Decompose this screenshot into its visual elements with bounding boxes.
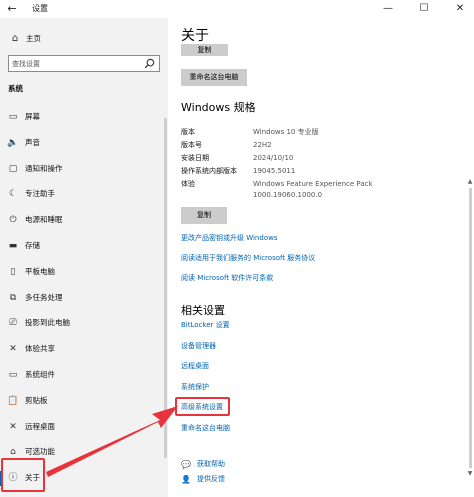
minimize-icon[interactable]: — xyxy=(374,1,402,17)
search-box[interactable] xyxy=(8,55,160,72)
back-arrow-icon[interactable]: ← xyxy=(4,2,20,16)
sidebar-item-label: 屏幕 xyxy=(25,112,40,121)
sidebar-section-title: 系统 xyxy=(8,84,23,93)
spec-row-experience-version: 1000.19060.1000.0 xyxy=(181,190,461,202)
license-terms-link[interactable]: 阅读 Microsoft 软件许可条款 xyxy=(181,273,273,284)
sidebar-item-focus-assist[interactable]: ☾ 专注助手 xyxy=(0,182,168,208)
spec-key: 操作系统内部版本 xyxy=(181,167,237,175)
shared-experience-icon: ✕ xyxy=(9,344,17,355)
spec-key: 版本号 xyxy=(181,141,202,149)
sidebar-item-storage[interactable]: ▬ 存储 xyxy=(0,234,168,260)
sidebar-item-label: 剪贴板 xyxy=(25,395,48,405)
sidebar-scrollbar[interactable] xyxy=(164,118,167,458)
display-icon: ▭ xyxy=(8,112,18,122)
sidebar-item-label: 可选功能 xyxy=(25,447,55,457)
sidebar-item-label: 通知和操作 xyxy=(25,163,63,173)
spec-value: Windows 10 专业版 xyxy=(253,128,319,136)
rename-pc-button[interactable]: 重命名这台电脑 xyxy=(181,69,247,86)
sidebar-home-label: 主页 xyxy=(26,34,41,43)
sidebar-item-sound[interactable]: 🔈 声音 xyxy=(0,131,168,157)
sidebar-item-label: 平板电脑 xyxy=(25,266,55,276)
scroll-down-arrow-icon[interactable]: ▼ xyxy=(466,470,474,478)
scroll-up-arrow-icon[interactable]: ▲ xyxy=(466,178,474,186)
main-content: 关于 复制 重命名这台电脑 Windows 规格 版本 Windows 10 专… xyxy=(168,18,474,497)
notification-icon: ▢ xyxy=(8,163,18,174)
spec-value: Windows Feature Experience Pack xyxy=(253,180,373,188)
spec-key: 版本 xyxy=(181,128,195,136)
sidebar-item-system-components[interactable]: ▭ 系统组件 xyxy=(0,363,168,389)
feedback-icon: 👤 xyxy=(181,475,191,484)
sidebar-item-label: 存储 xyxy=(25,240,40,250)
service-agreement-link[interactable]: 阅读适用于我们服务的 Microsoft 服务协议 xyxy=(181,253,315,264)
rename-pc-link[interactable]: 重命名这台电脑 xyxy=(181,423,230,434)
sidebar-item-label: 声音 xyxy=(25,137,40,147)
copy-button-top[interactable]: 复制 xyxy=(181,44,228,56)
maximize-icon[interactable]: ☐ xyxy=(410,1,438,17)
sidebar-item-shared-experiences[interactable]: ✕ 体验共享 xyxy=(0,337,168,363)
multitask-icon: ⧉ xyxy=(9,292,17,303)
sidebar-item-notifications[interactable]: ▢ 通知和操作 xyxy=(0,157,168,183)
remote-desktop-icon: ✕ xyxy=(9,421,17,432)
device-manager-link[interactable]: 设备管理器 xyxy=(181,341,216,352)
sidebar-item-label: 多任务处理 xyxy=(25,292,63,302)
sidebar-item-clipboard[interactable]: 📋 剪贴板 xyxy=(0,389,168,415)
spec-key: 体验 xyxy=(181,180,195,188)
search-input[interactable] xyxy=(12,57,140,70)
spec-row-os-build: 操作系统内部版本 19045.5011 xyxy=(181,166,461,178)
help-label: 提供反馈 xyxy=(197,475,225,483)
speaker-icon: 🔈 xyxy=(7,137,19,148)
highlight-box-advanced-settings xyxy=(175,397,230,416)
sidebar-item-remote-desktop[interactable]: ✕ 远程桌面 xyxy=(0,415,168,441)
sidebar-item-label: 投影到此电脑 xyxy=(25,318,70,328)
sidebar-item-label: 专注助手 xyxy=(25,189,55,199)
tablet-icon: ▯ xyxy=(10,266,16,277)
change-product-key-link[interactable]: 更改产品密钥或升级 Windows xyxy=(181,233,277,244)
sidebar-item-power-sleep[interactable]: ⏻ 电源和睡眠 xyxy=(0,208,168,234)
bitlocker-settings-link[interactable]: BitLocker 设置 xyxy=(181,320,230,331)
sidebar-item-tablet[interactable]: ▯ 平板电脑 xyxy=(0,260,168,286)
search-icon[interactable] xyxy=(144,58,155,69)
sidebar-item-label: 系统组件 xyxy=(25,369,55,379)
sidebar: ⌂ 主页 系统 ▭ 屏幕 🔈 声音 ▢ 通知和操作 ☾ 专注助手 ⏻ 电源和睡眠 xyxy=(0,18,168,497)
component-icon: ▭ xyxy=(8,369,18,380)
clipboard-icon: 📋 xyxy=(7,395,19,406)
sidebar-item-label: 远程桌面 xyxy=(25,421,55,431)
optional-features-icon: ⌂ xyxy=(10,447,16,458)
sidebar-item-display[interactable]: ▭ 屏幕 xyxy=(0,105,168,131)
power-icon: ⏻ xyxy=(9,215,17,226)
windows-spec-title: Windows 规格 xyxy=(181,101,256,114)
sidebar-nav: ▭ 屏幕 🔈 声音 ▢ 通知和操作 ☾ 专注助手 ⏻ 电源和睡眠 ▬ 存储 ▯ … xyxy=(0,105,168,492)
spec-key: 安装日期 xyxy=(181,154,209,162)
spec-row-version: 版本号 22H2 xyxy=(181,140,461,152)
spec-value: 2024/10/10 xyxy=(253,154,294,162)
sidebar-item-label: 体验共享 xyxy=(25,344,55,354)
spec-row-install-date: 安装日期 2024/10/10 xyxy=(181,153,461,165)
title-bar: ← 设置 — ☐ ✕ xyxy=(0,0,474,18)
related-settings-title: 相关设置 xyxy=(181,304,225,317)
storage-icon: ▬ xyxy=(8,240,18,251)
moon-icon: ☾ xyxy=(8,189,18,200)
spec-value: 22H2 xyxy=(253,141,272,149)
help-label: 获取帮助 xyxy=(197,460,225,468)
spec-row-edition: 版本 Windows 10 专业版 xyxy=(181,127,461,139)
close-icon[interactable]: ✕ xyxy=(446,1,474,17)
page-title: 关于 xyxy=(181,28,209,44)
highlight-box-about xyxy=(1,458,45,492)
system-protection-link[interactable]: 系统保护 xyxy=(181,382,209,393)
sidebar-item-label: 电源和睡眠 xyxy=(25,215,63,225)
copy-button[interactable]: 复制 xyxy=(181,207,227,224)
spec-value: 1000.19060.1000.0 xyxy=(253,191,323,199)
sidebar-item-multitasking[interactable]: ⧉ 多任务处理 xyxy=(0,286,168,312)
chat-icon: 💬 xyxy=(181,460,191,469)
spec-value: 19045.5011 xyxy=(253,167,296,175)
home-icon: ⌂ xyxy=(11,33,19,44)
window-title: 设置 xyxy=(32,4,48,13)
remote-desktop-link[interactable]: 远程桌面 xyxy=(181,361,209,372)
projection-icon: ⎚ xyxy=(9,318,17,329)
sidebar-home[interactable]: ⌂ 主页 xyxy=(0,29,168,49)
sidebar-item-projecting[interactable]: ⎚ 投影到此电脑 xyxy=(0,311,168,337)
main-scrollbar[interactable] xyxy=(469,188,472,468)
